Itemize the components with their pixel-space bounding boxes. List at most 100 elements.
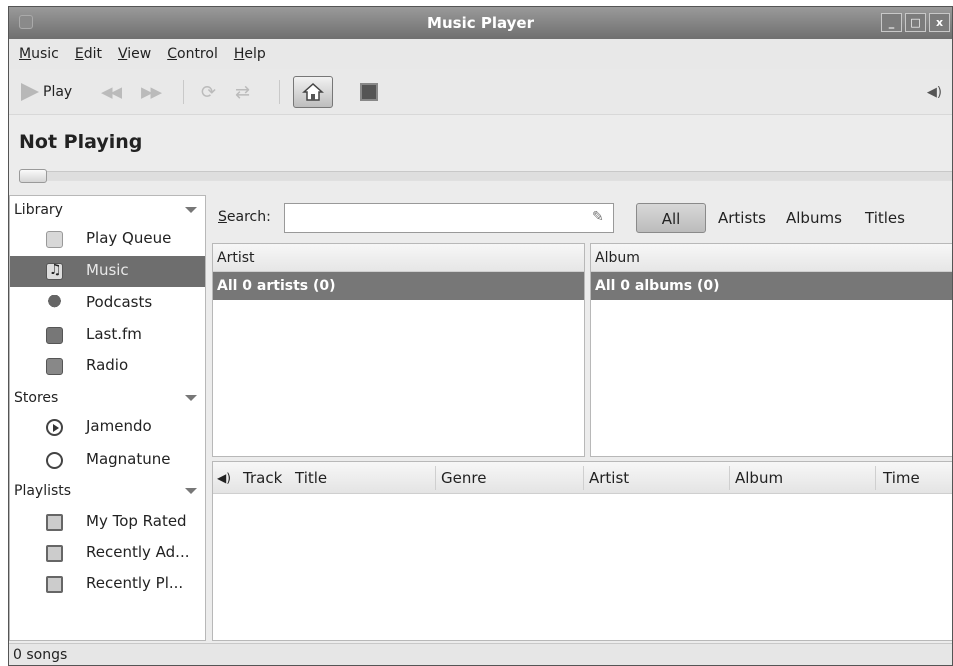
smart-playlist-icon <box>46 514 63 531</box>
sidebar-item-recently-added[interactable]: Recently Ad... <box>10 538 205 569</box>
sidebar-item-music[interactable]: Music <box>10 256 205 287</box>
sidebar-section-stores[interactable]: Stores <box>10 386 205 410</box>
sidebar-item-label: My Top Rated <box>86 512 187 530</box>
close-button[interactable]: x <box>929 13 950 32</box>
sidebar-item-label: Podcasts <box>86 293 153 311</box>
sidebar-section-playlists[interactable]: Playlists <box>10 479 205 503</box>
sidebar-item-recently-played[interactable]: Recently Pl... <box>10 569 205 600</box>
title-bar: Music Player _ □ x <box>9 7 952 39</box>
visualization-button[interactable] <box>360 83 378 101</box>
track-list-header: ◀) Track Title Genre Artist Album Time <box>213 462 952 494</box>
radio-icon <box>46 358 63 375</box>
play-button[interactable]: Play <box>21 78 72 106</box>
seek-slider[interactable] <box>19 169 952 183</box>
artist-row-all[interactable]: All 0 artists (0) <box>213 272 584 300</box>
column-separator <box>583 466 584 490</box>
section-label: Stores <box>14 390 59 406</box>
sidebar-item-radio[interactable]: Radio <box>10 351 205 382</box>
search-input[interactable] <box>284 203 614 233</box>
home-icon <box>302 82 324 101</box>
speaker-icon: ◀) <box>926 84 942 100</box>
sidebar-item-label: Play Queue <box>86 229 172 247</box>
toolbar-separator <box>279 80 280 104</box>
column-track[interactable]: Track <box>243 469 282 487</box>
status-bar: 0 songs <box>9 643 952 665</box>
column-album[interactable]: Album <box>735 469 783 487</box>
previous-icon: ◀◀ <box>101 83 122 101</box>
sidebar-item-lastfm[interactable]: Last.fm <box>10 320 205 351</box>
toolbar-separator <box>183 80 184 104</box>
play-queue-icon <box>46 231 63 248</box>
repeat-button[interactable]: ⟳ <box>201 78 216 106</box>
album-column-header[interactable]: Album <box>591 244 952 272</box>
column-separator <box>729 466 730 490</box>
sidebar-item-label: Magnatune <box>86 450 171 468</box>
menu-control[interactable]: Control <box>167 46 218 62</box>
column-artist[interactable]: Artist <box>589 469 629 487</box>
seek-handle[interactable] <box>19 169 47 183</box>
magnatune-icon <box>46 452 63 469</box>
jamendo-icon <box>46 419 63 436</box>
now-playing-column-icon: ◀) <box>217 471 231 485</box>
column-separator <box>435 466 436 490</box>
menu-help[interactable]: Help <box>234 46 266 62</box>
toolbar: Play ◀◀ ▶▶ ⟳ ⇄ ◀) <box>9 69 952 115</box>
sidebar-item-label: Jamendo <box>86 417 152 435</box>
volume-button[interactable]: ◀) <box>927 78 942 106</box>
maximize-button[interactable]: □ <box>905 13 926 32</box>
library-browser: Search: ✎ All Artists Albums Titles Arti… <box>212 195 952 641</box>
shuffle-icon: ⇄ <box>235 81 251 103</box>
window-title: Music Player <box>427 14 534 32</box>
smart-playlist-icon <box>46 545 63 562</box>
sidebar-item-label: Radio <box>86 356 129 374</box>
collapse-arrow-icon[interactable] <box>185 488 197 494</box>
sidebar-item-label: Recently Pl... <box>86 574 184 592</box>
play-button-label: Play <box>43 84 73 100</box>
music-player-window: Music Player _ □ x Music Edit View Contr… <box>8 6 953 666</box>
previous-button[interactable]: ◀◀ <box>101 78 122 106</box>
filter-titles-button[interactable]: Titles <box>865 203 905 233</box>
smart-playlist-icon <box>46 576 63 593</box>
podcast-icon <box>46 295 63 312</box>
track-list[interactable]: ◀) Track Title Genre Artist Album Time <box>212 461 952 641</box>
menu-bar: Music Edit View Control Help <box>9 39 952 69</box>
window-controls: _ □ x <box>881 13 950 32</box>
sidebar-section-library[interactable]: Library <box>10 198 205 222</box>
source-sidebar: Library Play Queue Music Podcasts Last.f… <box>9 195 206 641</box>
artist-column-header[interactable]: Artist <box>213 244 584 272</box>
album-row-all[interactable]: All 0 albums (0) <box>591 272 952 300</box>
music-note-icon <box>46 262 63 280</box>
filter-all-button[interactable]: All <box>636 203 706 233</box>
sidebar-item-magnatune[interactable]: Magnatune <box>10 445 205 476</box>
lastfm-icon <box>46 327 63 344</box>
sidebar-item-label: Last.fm <box>86 325 142 343</box>
clear-search-icon[interactable]: ✎ <box>592 209 604 225</box>
artist-pane: Artist All 0 artists (0) <box>212 243 585 457</box>
column-genre[interactable]: Genre <box>441 469 486 487</box>
play-icon <box>21 83 39 101</box>
menu-music[interactable]: Music <box>19 46 59 62</box>
search-label: Search: <box>218 209 271 225</box>
menu-view[interactable]: View <box>118 46 151 62</box>
browse-button[interactable] <box>293 76 333 108</box>
sidebar-item-my-top-rated[interactable]: My Top Rated <box>10 507 205 538</box>
collapse-arrow-icon[interactable] <box>185 207 197 213</box>
sidebar-item-jamendo[interactable]: Jamendo <box>10 412 205 443</box>
now-playing-area: Not Playing <box>9 115 952 195</box>
menu-edit[interactable]: Edit <box>75 46 102 62</box>
shuffle-button[interactable]: ⇄ <box>235 78 250 106</box>
sidebar-item-podcasts[interactable]: Podcasts <box>10 288 205 319</box>
filter-artists-button[interactable]: Artists <box>718 203 766 233</box>
song-count: 0 songs <box>13 647 68 663</box>
column-separator <box>875 466 876 490</box>
minimize-button[interactable]: _ <box>881 13 902 32</box>
filter-albums-button[interactable]: Albums <box>786 203 842 233</box>
sidebar-item-play-queue[interactable]: Play Queue <box>10 224 205 255</box>
column-title[interactable]: Title <box>295 469 327 487</box>
column-time[interactable]: Time <box>883 469 920 487</box>
repeat-icon: ⟳ <box>201 81 217 103</box>
next-button[interactable]: ▶▶ <box>141 78 162 106</box>
section-label: Playlists <box>14 483 72 499</box>
collapse-arrow-icon[interactable] <box>185 395 197 401</box>
sidebar-item-label: Recently Ad... <box>86 543 190 561</box>
